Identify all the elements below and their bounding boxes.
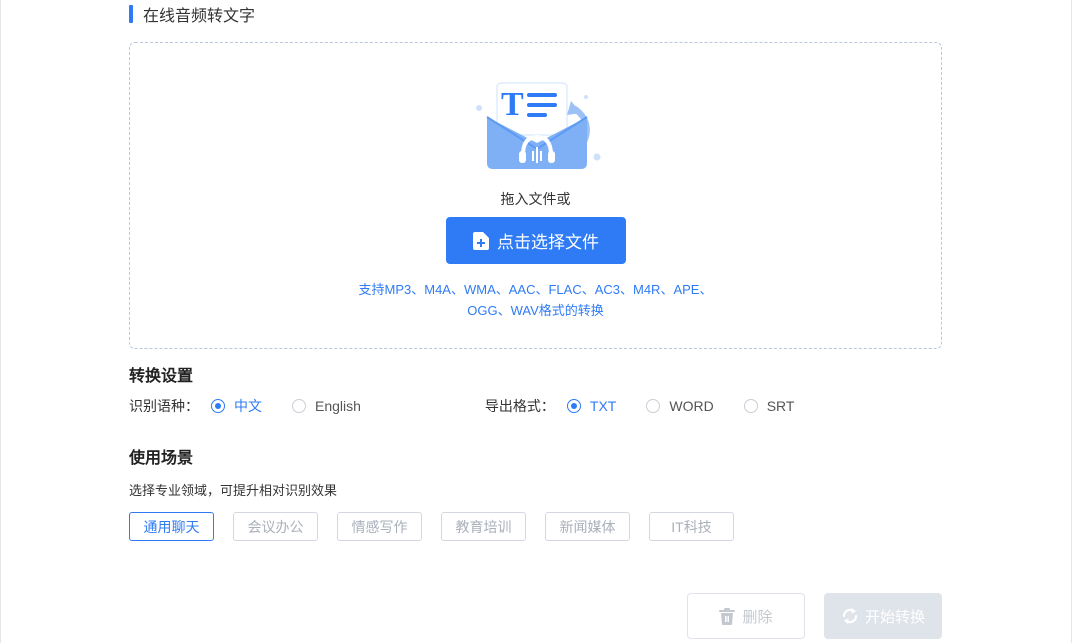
format-radio-srt[interactable]: SRT <box>743 398 795 414</box>
radio-label: 中文 <box>234 398 262 414</box>
format-radio-word[interactable]: WORD <box>646 398 714 414</box>
supported-formats: 支持MP3、M4A、WMA、AAC、FLAC、AC3、M4R、APE、 OGG、… <box>130 279 941 321</box>
radio-label: WORD <box>669 398 714 414</box>
scene-chip-it-tech[interactable]: IT科技 <box>649 512 734 541</box>
page-header: 在线音频转文字 <box>129 4 256 25</box>
settings-row: 识别语种： 中文 English 导出格式： TXT WORD SRT <box>129 396 824 416</box>
trash-icon <box>719 607 736 625</box>
svg-text:T: T <box>501 86 524 123</box>
delete-label: 删除 <box>742 608 773 626</box>
upload-dropzone[interactable]: T 拖入文件或 点击选择文件 支持MP3、M4A、WMA、AAC、FLAC、AC… <box>129 42 942 349</box>
convert-icon <box>842 608 858 624</box>
scene-chip-meeting-office[interactable]: 会议办公 <box>233 512 318 541</box>
select-file-label: 点击选择文件 <box>497 233 599 252</box>
delete-button[interactable]: 删除 <box>687 593 805 639</box>
scene-chip-emotional-writing[interactable]: 情感写作 <box>337 512 422 541</box>
start-conversion-label: 开始转换 <box>864 608 925 626</box>
export-format-label: 导出格式： <box>484 398 555 414</box>
language-radio-chinese[interactable]: 中文 <box>211 396 262 416</box>
language-label: 识别语种： <box>129 398 199 414</box>
scene-chip-general-chat[interactable]: 通用聊天 <box>129 512 214 541</box>
scene-chip-news-media[interactable]: 新闻媒体 <box>545 512 630 541</box>
supported-formats-line2: OGG、WAV格式的转换 <box>467 303 604 318</box>
radio-label: TXT <box>589 398 617 414</box>
scene-chip-group: 通用聊天 会议办公 情感写作 教育培训 新闻媒体 IT科技 <box>129 512 753 541</box>
supported-formats-line1: 支持MP3、M4A、WMA、AAC、FLAC、AC3、M4R、APE、 <box>358 282 713 297</box>
radio-dot <box>566 399 581 413</box>
file-add-icon <box>473 231 489 250</box>
scene-title: 使用场景 <box>129 450 194 467</box>
settings-title: 转换设置 <box>129 368 194 385</box>
page-title: 在线音频转文字 <box>143 8 256 25</box>
radio-dot <box>292 399 306 413</box>
language-radio-english[interactable]: English <box>292 398 361 414</box>
drop-hint: 拖入文件或 <box>500 191 571 207</box>
radio-dot <box>743 399 758 413</box>
format-radio-txt[interactable]: TXT <box>566 398 617 414</box>
audio-to-text-envelope-icon: T <box>476 82 601 169</box>
radio-dot <box>646 399 661 413</box>
scene-chip-education-training[interactable]: 教育培训 <box>441 512 526 541</box>
radio-label: English <box>315 398 361 414</box>
scene-description: 选择专业领域，可提升相对识别效果 <box>129 483 338 498</box>
radio-dot <box>211 399 225 413</box>
start-conversion-button[interactable]: 开始转换 <box>824 593 942 639</box>
radio-label: SRT <box>766 398 795 414</box>
select-file-button[interactable]: 点击选择文件 <box>446 217 626 264</box>
header-accent-bar <box>129 5 133 23</box>
